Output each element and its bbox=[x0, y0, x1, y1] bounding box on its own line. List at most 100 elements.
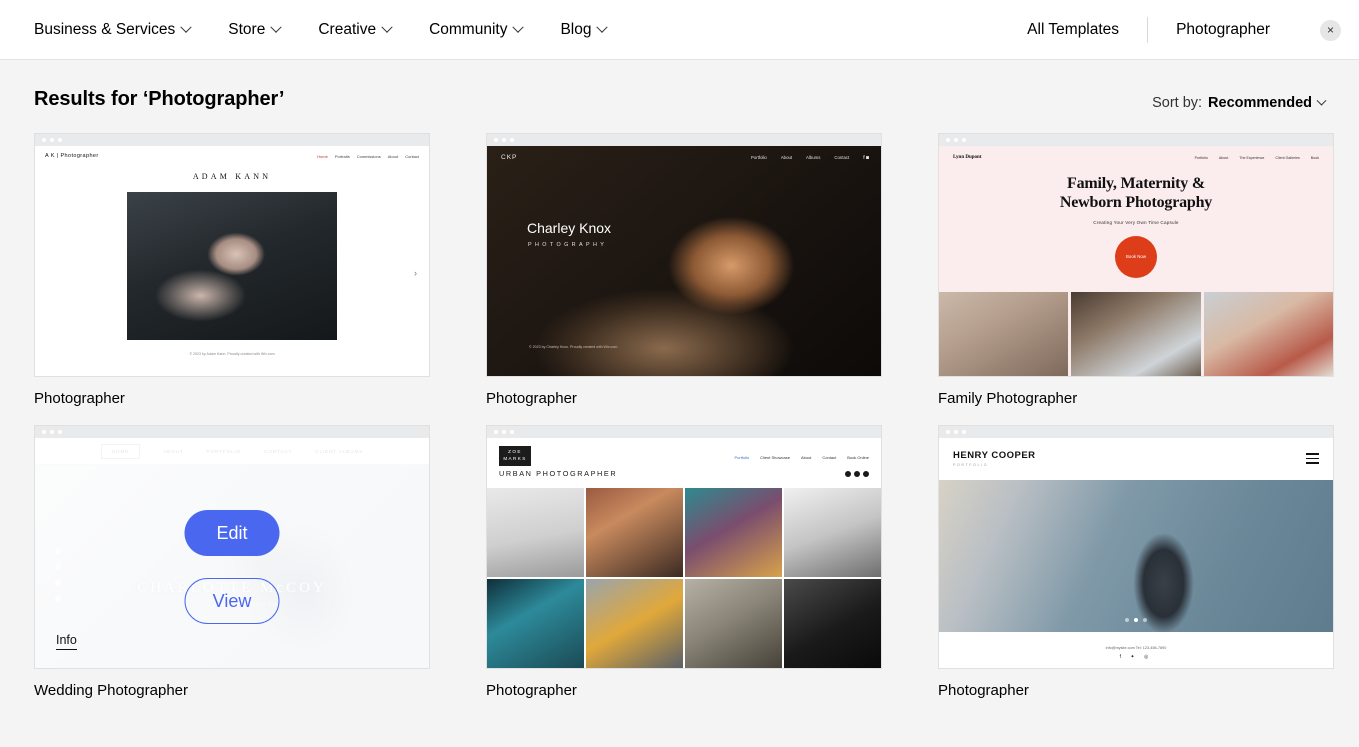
sort-by-dropdown[interactable]: Sort by: Recommended bbox=[1152, 95, 1327, 111]
preview-nav-item: Client Showcase bbox=[760, 455, 790, 460]
browser-chrome-bar bbox=[939, 426, 1333, 438]
chrome-dot-icon bbox=[50, 430, 54, 434]
preview-nav-item: Book bbox=[1310, 155, 1319, 160]
template-card: HENRY COOPER PORTFOLIO info@mysite.com T… bbox=[938, 425, 1334, 699]
preview-header: A K | Photographer Home Portraits Commis… bbox=[35, 146, 429, 159]
template-thumbnail-family-photographer[interactable]: Lynn Dupont Portfolio About The Experien… bbox=[938, 133, 1334, 377]
template-thumbnail-zoe-marks[interactable]: ZOE MARKS Portfolio Client Showcase Abou… bbox=[486, 425, 882, 669]
hamburger-icon bbox=[1306, 453, 1319, 464]
site-logo: ZOE MARKS bbox=[499, 446, 531, 466]
template-name: Wedding Photographer bbox=[34, 682, 188, 699]
chrome-dot-icon bbox=[510, 138, 514, 142]
preview-photo bbox=[784, 488, 881, 577]
preview-background: ZOE MARKS Portfolio Client Showcase Abou… bbox=[487, 438, 881, 668]
social-icons bbox=[845, 470, 869, 477]
view-button[interactable]: View bbox=[184, 578, 280, 624]
chrome-dot-icon bbox=[50, 138, 54, 142]
results-header: Results for ‘Photographer’ Sort by: Reco… bbox=[0, 60, 1359, 111]
preview-nav-item: About bbox=[1218, 155, 1229, 160]
preview-nav-item: The Experience bbox=[1239, 155, 1265, 160]
preview-contact-info: info@mysite.com Tel: 123-456-7890 bbox=[1105, 646, 1167, 650]
preview-heading: URBAN PHOTOGRAPHER bbox=[499, 469, 618, 478]
preview-subheader: URBAN PHOTOGRAPHER bbox=[487, 466, 881, 484]
nav-right-group: All Templates Photographer × bbox=[999, 0, 1359, 60]
preview-nav: Home Portraits Commissions About Contact bbox=[317, 154, 419, 159]
sort-by-label: Sort by: bbox=[1152, 95, 1203, 111]
slide-dot-icon bbox=[1125, 618, 1129, 622]
nav-menu-blog[interactable]: Blog bbox=[560, 21, 609, 39]
preview-photo bbox=[487, 579, 584, 668]
preview-photo bbox=[1071, 292, 1201, 376]
preview-nav-item: About bbox=[780, 155, 793, 160]
template-name: Photographer bbox=[486, 390, 577, 407]
preview-hero-image bbox=[127, 192, 337, 340]
preview-tagline: Creating Your Very Own Time Capsule bbox=[1093, 219, 1179, 225]
template-thumbnail-henry-cooper[interactable]: HENRY COOPER PORTFOLIO info@mysite.com T… bbox=[938, 425, 1334, 669]
preview-title: HENRY COOPER bbox=[953, 450, 1036, 461]
template-preview: HOME ABOUT PORTFOLIO CONTACT CLIENT ALBU… bbox=[35, 438, 429, 668]
top-navigation-bar: Business & Services Store Creative Commu… bbox=[0, 0, 1359, 60]
template-thumbnail-adam-kann[interactable]: A K | Photographer Home Portraits Commis… bbox=[34, 133, 430, 377]
preview-nav: Portfolio About Albums Contact f ◙ bbox=[751, 155, 869, 161]
chrome-dot-icon bbox=[954, 430, 958, 434]
preview-header: HENRY COOPER PORTFOLIO bbox=[939, 438, 1333, 475]
preview-title-line2: Newborn Photography bbox=[1059, 193, 1213, 211]
preview-header: Lynn Dupont Portfolio About The Experien… bbox=[939, 146, 1333, 160]
preview-photo-strip bbox=[939, 292, 1333, 376]
logo-line-2: MARKS bbox=[503, 456, 527, 461]
preview-nav: Portfolio About The Experience Client Ga… bbox=[1195, 156, 1319, 160]
nav-label: Creative bbox=[318, 20, 377, 38]
nav-menu-store[interactable]: Store bbox=[228, 21, 283, 39]
logo-subtext: | Photographer bbox=[56, 153, 99, 159]
template-name: Photographer bbox=[486, 682, 577, 699]
preview-nav-item: Portfolio bbox=[751, 155, 767, 160]
close-icon[interactable]: × bbox=[1320, 19, 1341, 41]
nav-menu-creative[interactable]: Creative bbox=[318, 20, 393, 39]
instagram-icon bbox=[863, 470, 869, 477]
preview-photo bbox=[685, 488, 782, 577]
chrome-dot-icon bbox=[58, 138, 62, 142]
template-preview: ZOE MARKS Portfolio Client Showcase Abou… bbox=[487, 438, 881, 668]
chevron-down-icon bbox=[512, 21, 525, 33]
slide-dot-icon-active bbox=[1134, 618, 1138, 622]
preview-header: CKP Portfolio About Albums Contact f ◙ bbox=[487, 146, 881, 161]
current-category-label: Photographer bbox=[1176, 21, 1270, 38]
preview-photo bbox=[586, 488, 683, 577]
chrome-dot-icon bbox=[510, 430, 514, 434]
sort-by-value: Recommended bbox=[1208, 95, 1312, 111]
preview-title: Charley Knox bbox=[527, 220, 612, 236]
edit-button[interactable]: Edit bbox=[184, 510, 280, 556]
preview-nav-item: Contact bbox=[834, 155, 850, 160]
chrome-dot-icon bbox=[962, 430, 966, 434]
preview-photo bbox=[685, 579, 782, 668]
preview-nav-item: About bbox=[800, 455, 812, 460]
template-results-grid: A K | Photographer Home Portraits Commis… bbox=[0, 111, 1359, 699]
preview-nav-item: Portfolio bbox=[1194, 155, 1208, 160]
template-thumbnail-wedding-photographer[interactable]: HOME ABOUT PORTFOLIO CONTACT CLIENT ALBU… bbox=[34, 425, 430, 669]
preview-subtitle: PORTFOLIO bbox=[953, 463, 989, 467]
preview-nav-item: Albums bbox=[806, 155, 821, 160]
chrome-dot-icon bbox=[962, 138, 966, 142]
nav-menu-business-services[interactable]: Business & Services bbox=[34, 20, 192, 39]
preview-nav-item: Contact bbox=[822, 455, 837, 460]
template-preview: Lynn Dupont Portfolio About The Experien… bbox=[939, 146, 1333, 376]
preview-photo bbox=[487, 488, 584, 577]
template-card: Lynn Dupont Portfolio About The Experien… bbox=[938, 133, 1334, 407]
chrome-dot-icon bbox=[494, 430, 498, 434]
info-link[interactable]: Info bbox=[56, 633, 77, 650]
preview-slide-pager bbox=[939, 618, 1333, 622]
preview-nav-item: Contact bbox=[405, 153, 419, 159]
chevron-right-icon: › bbox=[414, 268, 417, 278]
template-card: A K | Photographer Home Portraits Commis… bbox=[34, 133, 430, 407]
chevron-down-icon bbox=[270, 21, 283, 33]
nav-label: Business & Services bbox=[34, 20, 176, 38]
preview-hero-image bbox=[939, 480, 1333, 632]
nav-menu-community[interactable]: Community bbox=[429, 21, 525, 39]
template-thumbnail-charley-knox[interactable]: CKP Portfolio About Albums Contact f ◙ C… bbox=[486, 133, 882, 377]
preview-nav-item: Book Online bbox=[847, 455, 869, 460]
preview-title-line1: Family, Maternity & bbox=[1067, 175, 1205, 192]
all-templates-link[interactable]: All Templates bbox=[999, 21, 1147, 39]
preview-photo bbox=[784, 579, 881, 668]
chrome-dot-icon bbox=[502, 138, 506, 142]
template-card: ZOE MARKS Portfolio Client Showcase Abou… bbox=[486, 425, 882, 699]
